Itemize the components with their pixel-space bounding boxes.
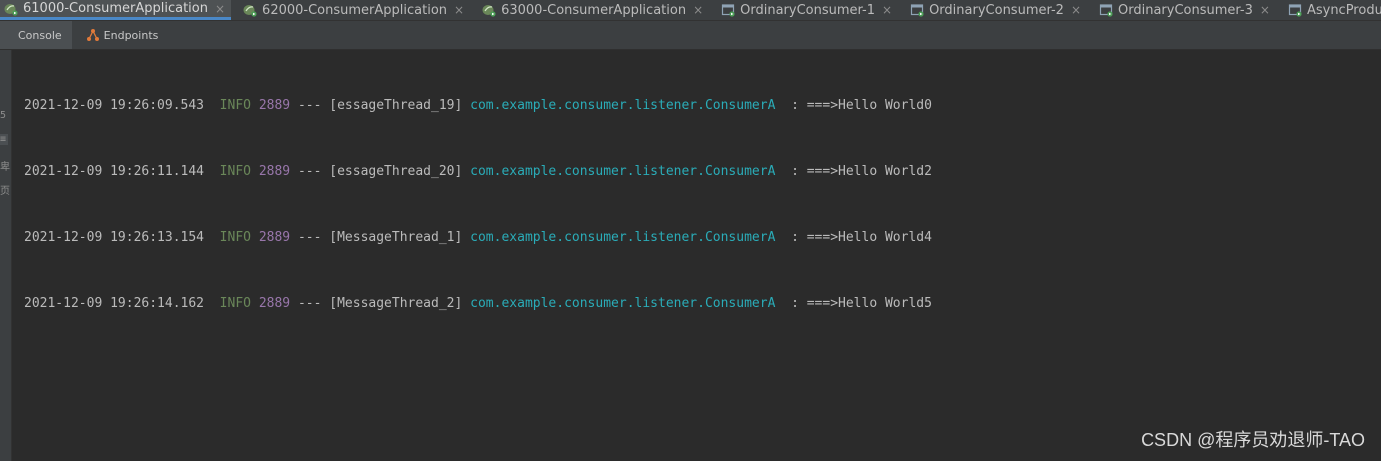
console-toolbar-tabs: Console Endpoints bbox=[0, 21, 1381, 50]
spring-app-icon bbox=[482, 5, 496, 17]
log-thread: [MessageThread_1] bbox=[329, 230, 463, 245]
log-level: INFO bbox=[219, 164, 251, 179]
application-icon bbox=[722, 4, 735, 17]
spring-app-icon bbox=[243, 5, 257, 17]
log-pid: 2889 bbox=[258, 296, 291, 311]
log-line: 2021-12-09 19:26:13.154 INFO 2889 --- [M… bbox=[24, 227, 1381, 249]
run-tab-label: 63000-ConsumerApplication bbox=[501, 2, 687, 18]
run-tab-async-producer[interactable]: AsyncProducer × bbox=[1284, 0, 1381, 20]
log-line: 2021-12-09 19:26:09.543 INFO 2889 --- [e… bbox=[24, 95, 1381, 117]
run-tab-label: OrdinaryConsumer-1 bbox=[740, 2, 876, 18]
run-tab-63000-consumer-application[interactable]: 63000-ConsumerApplication × bbox=[478, 0, 709, 20]
log-thread: [essageThread_19] bbox=[329, 98, 463, 113]
log-thread: [MessageThread_2] bbox=[329, 296, 463, 311]
run-tab-label: 62000-ConsumerApplication bbox=[262, 2, 448, 18]
close-icon[interactable]: × bbox=[1071, 3, 1081, 17]
close-icon[interactable]: × bbox=[215, 2, 225, 16]
gutter-glyph[interactable]: 5 bbox=[0, 110, 8, 121]
log-message: : ===>Hello World5 bbox=[791, 296, 932, 311]
log-timestamp: 2021-12-09 19:26:14.162 bbox=[24, 296, 205, 311]
close-icon[interactable]: × bbox=[454, 3, 464, 17]
run-tab-ordinary-consumer-2[interactable]: OrdinaryConsumer-2 × bbox=[906, 0, 1087, 20]
log-timestamp: 2021-12-09 19:26:09.543 bbox=[24, 98, 205, 113]
log-message: : ===>Hello World2 bbox=[791, 164, 932, 179]
log-message: : ===>Hello World0 bbox=[791, 98, 932, 113]
application-icon bbox=[1288, 4, 1302, 17]
gutter-glyph[interactable]: 卑 bbox=[0, 158, 10, 173]
close-icon[interactable]: × bbox=[1260, 3, 1270, 17]
log-separator: --- bbox=[297, 296, 322, 311]
log-separator: --- bbox=[297, 164, 322, 179]
spring-app-icon bbox=[4, 3, 18, 16]
application-icon bbox=[910, 4, 924, 17]
close-icon[interactable]: × bbox=[693, 3, 703, 17]
log-logger: com.example.consumer.listener.ConsumerA bbox=[470, 164, 776, 179]
log-timestamp: 2021-12-09 19:26:11.144 bbox=[24, 164, 205, 179]
endpoints-icon bbox=[86, 29, 99, 41]
log-separator: --- bbox=[297, 230, 322, 245]
tab-endpoints[interactable]: Endpoints bbox=[82, 21, 169, 49]
application-icon bbox=[1099, 4, 1113, 17]
run-tab-label: 61000-ConsumerApplication bbox=[23, 1, 208, 16]
log-line: 2021-12-09 19:26:11.144 INFO 2889 --- [e… bbox=[24, 161, 1381, 183]
gutter-glyph[interactable]: 页 bbox=[0, 182, 10, 197]
gutter-glyph[interactable]: ≡ bbox=[0, 134, 8, 145]
run-tab-ordinary-consumer-1[interactable]: OrdinaryConsumer-1 × bbox=[717, 0, 898, 20]
log-line: 2021-12-09 19:26:14.162 INFO 2889 --- [M… bbox=[24, 293, 1381, 315]
log-pid: 2889 bbox=[258, 98, 291, 113]
run-tab-label: OrdinaryConsumer-2 bbox=[929, 2, 1064, 18]
log-level: INFO bbox=[219, 98, 251, 113]
log-logger: com.example.consumer.listener.ConsumerA bbox=[470, 98, 776, 113]
console-icon bbox=[4, 28, 12, 42]
log-pid: 2889 bbox=[258, 164, 291, 179]
log-message: : ===>Hello World4 bbox=[791, 230, 932, 245]
run-tab-label: OrdinaryConsumer-3 bbox=[1118, 2, 1253, 18]
run-tab-61000-consumer-application[interactable]: 61000-ConsumerApplication × bbox=[0, 0, 232, 20]
log-logger: com.example.consumer.listener.ConsumerA bbox=[470, 230, 776, 245]
log-separator: --- bbox=[297, 98, 322, 113]
left-toolbar-strip: 5 ≡ 卑 页 bbox=[0, 50, 12, 461]
csdn-watermark: CSDN @程序员劝退师-TAO bbox=[1141, 430, 1365, 450]
tab-endpoints-label: Endpoints bbox=[103, 28, 159, 42]
run-tab-label: AsyncProducer bbox=[1306, 2, 1381, 18]
run-configuration-tabs: 61000-ConsumerApplication × 62000-Consum… bbox=[0, 0, 1381, 21]
log-pid: 2889 bbox=[258, 230, 291, 245]
tab-console-label: Console bbox=[18, 28, 62, 42]
run-tab-62000-consumer-application[interactable]: 62000-ConsumerApplication × bbox=[239, 0, 470, 20]
close-icon[interactable]: × bbox=[882, 3, 892, 17]
log-level: INFO bbox=[219, 230, 251, 245]
tab-console[interactable]: Console bbox=[0, 21, 72, 49]
log-logger: com.example.consumer.listener.ConsumerA bbox=[470, 296, 776, 311]
console-output[interactable]: 2021-12-09 19:26:09.543 INFO 2889 --- [e… bbox=[24, 51, 1381, 359]
log-thread: [essageThread_20] bbox=[329, 164, 463, 179]
run-tab-ordinary-consumer-3[interactable]: OrdinaryConsumer-3 × bbox=[1095, 0, 1276, 20]
log-timestamp: 2021-12-09 19:26:13.154 bbox=[24, 230, 205, 245]
run-tool-window: 61000-ConsumerApplication × 62000-Consum… bbox=[0, 0, 1381, 461]
log-level: INFO bbox=[219, 296, 251, 311]
